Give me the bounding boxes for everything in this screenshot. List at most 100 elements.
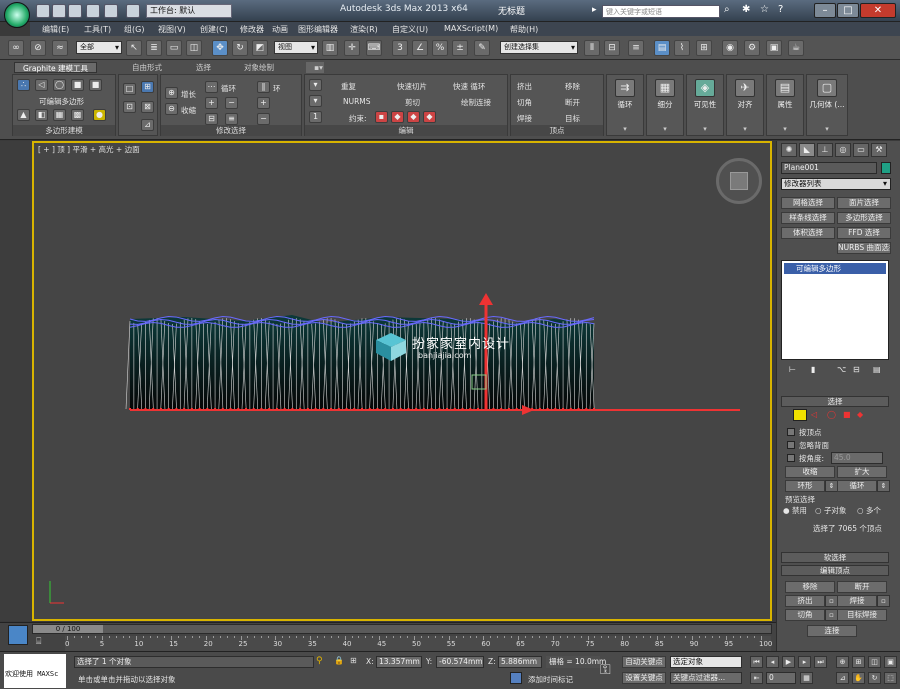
workspace-dropdown[interactable]: 工作台: 默认 [146,4,232,18]
zoom-extents-icon[interactable]: ◫ [868,656,881,668]
material-editor-icon[interactable]: ◉ [722,40,738,56]
element-level-icon[interactable]: ◆ [857,410,863,419]
tab-freeform[interactable]: 自由形式 [124,62,170,73]
cut-label[interactable]: 剪切 [405,97,420,108]
mirror-icon[interactable]: ⫴ [584,40,600,56]
target-label[interactable]: 目标 [565,113,580,124]
grow-icon[interactable]: ⊕ [165,87,178,99]
orbit-icon[interactable]: ↻ [868,672,881,684]
hierarchy-tab-icon[interactable]: ⊥ [817,143,833,157]
motion-tab-icon[interactable]: ◎ [835,143,851,157]
mesh-select-button[interactable]: 网格选择 [781,197,835,209]
break-label[interactable]: 断开 [565,97,580,108]
select-manipulate-icon[interactable]: ✛ [344,40,360,56]
align-icon[interactable]: ⊟ [604,40,620,56]
visibility-button[interactable]: ◈ 可见性 ▾ [686,74,724,136]
grow-button[interactable]: 扩大 [837,466,887,478]
select-move-icon[interactable]: ✥ [212,40,228,56]
graphite-toggle-icon[interactable]: ▤ [654,40,670,56]
zoom-extents-all-icon[interactable]: ▣ [884,656,897,668]
tab-graphite[interactable]: Graphite 建模工具 [14,62,98,73]
menu-graph-editors[interactable]: 图形编辑器 [298,24,338,35]
by-angle-icon[interactable]: ⊿ [141,119,154,131]
render-production-icon[interactable]: ☕ [788,40,804,56]
auto-key-button[interactable]: 自动关键点 [622,656,666,668]
frame-ruler[interactable]: 0 5 10 15 20 25 30 35 40 45 50 55 60 65 70 75 80 85 90 95 10… [65,636,772,651]
ring-label[interactable]: 环 [273,83,281,94]
edit-named-sel-icon[interactable]: ✎ [474,40,490,56]
nurms-label[interactable]: NURMS [343,97,371,106]
maximize-button[interactable]: □ [837,3,859,18]
extrude-label[interactable]: 挤出 [517,81,532,92]
shrink-label[interactable]: 收缩 [181,105,196,116]
preview-off-icon[interactable]: □ [123,83,136,95]
show-end-result-icon[interactable]: ◧ [35,109,48,121]
favorites-icon[interactable]: ☆ [760,4,769,15]
loop-spinner[interactable]: ⇕ [877,480,890,492]
menu-modifiers[interactable]: 修改器 [240,24,264,35]
spinner-snap-icon[interactable]: ± [452,40,468,56]
add-time-tag[interactable]: 添加时间标记 [528,674,573,685]
current-frame-field[interactable]: 0 [766,672,796,684]
geometry-button[interactable]: ▢ 几何体 (... ▾ [806,74,848,136]
select-object-icon[interactable]: ↖ [126,40,142,56]
loop-button[interactable]: 循环 [837,480,877,492]
quickslice-label[interactable]: 快速切片 [397,81,427,92]
edit-toggle-icon[interactable]: ▾ [309,79,322,91]
minimize-button[interactable]: – [814,3,836,18]
key-icon[interactable]: ⚿ [600,662,611,678]
window-crossing-icon[interactable]: ◫ [186,40,202,56]
ring-grow-icon[interactable]: + [257,97,270,109]
ignore-back-checkbox[interactable] [787,441,795,449]
subdivision-button[interactable]: ▦ 细分 ▾ [646,74,684,136]
schematic-view-icon[interactable]: ⊞ [696,40,712,56]
remove-label[interactable]: 移除 [565,81,580,92]
repeat-label[interactable]: 重复 [341,81,356,92]
weld-label[interactable]: 焊接 [517,113,532,124]
time-config-icon[interactable]: ▦ [800,672,813,684]
utilities-tab-icon[interactable]: ⚒ [871,143,887,157]
ribbon-options-icon[interactable]: ▪▾ [306,62,324,73]
lock-selection-icon[interactable]: 🔒 [334,656,344,665]
chamfer-button[interactable]: 切角 [785,609,825,621]
select-rotate-icon[interactable]: ↻ [232,40,248,56]
snap-toggle-icon[interactable]: 3 [392,40,408,56]
project-folder-icon[interactable] [126,4,140,18]
angle-snap-icon[interactable]: ∠ [412,40,428,56]
constrain-face-icon[interactable]: ◆ [407,111,420,123]
menu-help[interactable]: 帮助(H) [510,24,538,35]
stack-up-icon[interactable]: ▲ [17,109,30,121]
preview-sub-icon[interactable]: ⊞ [141,81,154,93]
y-coord-field[interactable]: -60.574mm [436,656,484,668]
next-frame-icon[interactable]: ▸ [798,656,811,668]
rect-selection-icon[interactable]: ▭ [166,40,182,56]
stack-item[interactable]: 可编辑多边形 [784,263,886,274]
ignore-back-icon[interactable]: ⊠ [141,101,154,113]
close-button[interactable]: ✕ [860,3,896,18]
preview-subobj-radio[interactable]: ○ 子对象 [815,505,846,516]
vertex-level-icon[interactable] [793,409,807,421]
preview-multi-radio[interactable]: ○ 多个 [857,505,881,516]
search-input[interactable]: 键入关键字或短语 [602,5,720,18]
ring-icon[interactable]: ∥ [257,81,270,93]
constrain-edge-icon[interactable]: ◆ [391,111,404,123]
z-coord-field[interactable]: 5.886mm [498,656,542,668]
go-end-icon[interactable]: ⏭ [814,656,827,668]
show-end-result-icon[interactable]: ▮ [811,365,815,374]
loop-shrink-icon[interactable]: − [225,97,238,109]
edge-mode-icon[interactable]: ◁ [35,79,48,91]
use-displacement-icon[interactable]: ▾ [309,95,322,107]
menu-tools[interactable]: 工具(T) [84,24,111,35]
play-icon[interactable]: ▶ [782,656,795,668]
shrink-icon[interactable]: ⊖ [165,103,178,115]
modifier-list-dropdown[interactable]: 修改器列表 [781,178,891,190]
key-selection-dropdown[interactable]: 选定对象 [670,656,742,668]
render-setup-icon[interactable]: ⚙ [744,40,760,56]
undo-icon[interactable] [86,4,100,18]
open-file-icon[interactable] [52,4,66,18]
paint-connect-label[interactable]: 绘制连接 [461,97,491,108]
weld-settings-icon[interactable]: ▫ [877,595,890,607]
bind-space-warp-icon[interactable]: ≈ [52,40,68,56]
unlink-icon[interactable]: ⊘ [30,40,46,56]
soft-selection-rollout[interactable]: 软选择 [781,552,889,563]
